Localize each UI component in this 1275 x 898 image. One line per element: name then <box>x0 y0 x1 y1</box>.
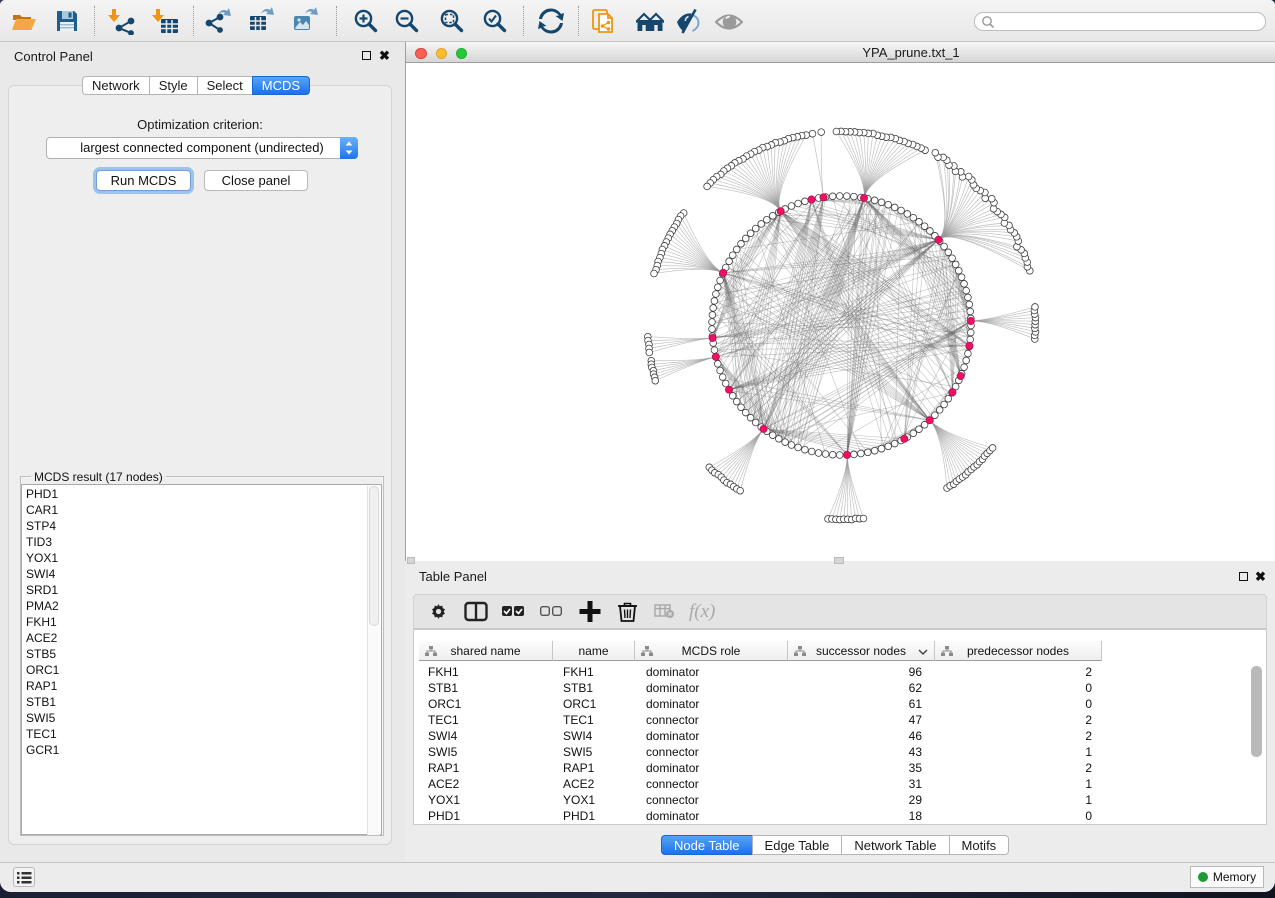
svg-text:f(x): f(x) <box>689 601 715 622</box>
